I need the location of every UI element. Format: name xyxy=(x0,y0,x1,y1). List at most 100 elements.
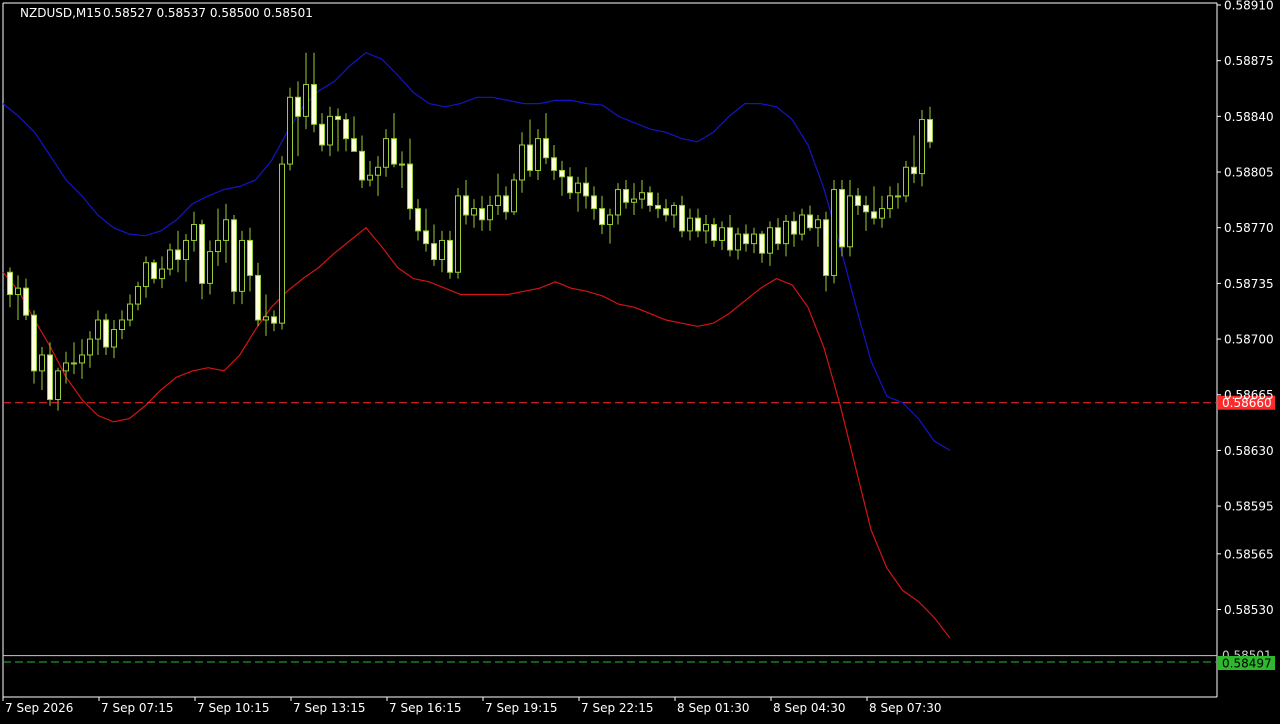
price-tick-label: 0.58805 xyxy=(1224,166,1274,180)
candle-body xyxy=(39,354,45,372)
candle-body xyxy=(839,189,845,248)
chart-area[interactable]: NZDUSD,M15 0.58527 0.58537 0.58500 0.585… xyxy=(0,0,1280,720)
candle xyxy=(887,186,893,219)
candle xyxy=(15,275,21,320)
price-chart[interactable]: NZDUSD,M15 0.58527 0.58537 0.58500 0.585… xyxy=(0,0,1280,720)
candle xyxy=(447,230,453,279)
candle-body xyxy=(31,314,37,372)
candle xyxy=(151,259,157,284)
time-tick-label: 7 Sep 10:15 xyxy=(197,701,269,715)
candle-body xyxy=(679,204,685,232)
candle-body xyxy=(79,354,85,364)
candle xyxy=(215,208,221,266)
horizontal-levels[interactable]: 0.586600.585010.58497 xyxy=(3,395,1275,671)
candle-body xyxy=(903,166,909,197)
candle-body xyxy=(431,243,437,261)
candle xyxy=(503,186,509,220)
candle xyxy=(647,186,653,212)
candle xyxy=(7,267,13,308)
candle-body xyxy=(927,119,933,143)
candle xyxy=(775,218,781,250)
candle xyxy=(119,310,125,340)
candle xyxy=(343,113,349,152)
candle xyxy=(295,81,301,157)
candle xyxy=(23,278,29,320)
candle-body xyxy=(591,195,597,210)
candle-body xyxy=(23,287,29,316)
candle-body xyxy=(511,179,517,213)
upper-band-line xyxy=(2,52,951,451)
candles xyxy=(7,52,933,411)
candle xyxy=(463,179,469,225)
candle xyxy=(919,109,925,187)
candle xyxy=(695,208,701,238)
price-tick-label: 0.58595 xyxy=(1224,500,1274,514)
time-tick-label: 7 Sep 2026 xyxy=(5,701,73,715)
candle xyxy=(375,156,381,196)
candle xyxy=(303,52,309,130)
candle-body xyxy=(167,249,173,270)
candle xyxy=(543,113,549,165)
candle xyxy=(655,192,661,219)
candle xyxy=(479,195,485,231)
time-tick-label: 7 Sep 16:15 xyxy=(389,701,461,715)
candle-body xyxy=(527,144,533,171)
candle-body xyxy=(767,227,773,254)
candle xyxy=(383,129,389,177)
price-tick-label: 0.58840 xyxy=(1224,110,1274,124)
candle-body xyxy=(175,249,181,261)
candle-body xyxy=(791,220,797,235)
candle-body xyxy=(199,224,205,284)
candle xyxy=(439,230,445,273)
candle-body xyxy=(751,233,757,245)
candle-body xyxy=(247,239,253,276)
candle xyxy=(87,331,93,368)
candle-body xyxy=(695,217,701,232)
candle-body xyxy=(615,189,621,216)
candle xyxy=(255,262,261,327)
candle xyxy=(583,167,589,209)
candle xyxy=(423,208,429,252)
candle-body xyxy=(407,163,413,210)
candle xyxy=(759,230,765,263)
candle-body xyxy=(583,182,589,197)
candle xyxy=(351,116,357,152)
candle-body xyxy=(783,220,789,245)
candle xyxy=(231,214,237,305)
candle-body xyxy=(623,189,629,203)
candle-body xyxy=(871,211,877,219)
candle xyxy=(591,186,597,220)
candle-body xyxy=(535,138,541,171)
candle xyxy=(39,347,45,390)
candle-body xyxy=(807,214,813,229)
candle xyxy=(367,160,373,187)
candle-body xyxy=(703,224,709,232)
candle xyxy=(751,227,757,254)
time-tick-label: 8 Sep 01:30 xyxy=(677,701,749,715)
time-tick-label: 7 Sep 07:15 xyxy=(101,701,173,715)
candle xyxy=(535,129,541,180)
candle xyxy=(615,183,621,225)
candle-body xyxy=(119,319,125,331)
candle-body xyxy=(415,208,421,232)
candle-body xyxy=(103,319,109,348)
candle-body xyxy=(263,316,269,321)
candle-body xyxy=(135,286,141,305)
candle xyxy=(359,135,365,188)
candle xyxy=(407,138,413,220)
candle-body xyxy=(159,268,165,280)
price-axis: 0.58910 0.58875 0.58840 0.58805 0.58770 0.587… xyxy=(1217,0,1274,617)
candle-body xyxy=(759,233,765,254)
candle-body xyxy=(495,195,501,206)
candle xyxy=(911,135,917,184)
candle-body xyxy=(15,287,21,296)
candle-body xyxy=(823,219,829,276)
candle xyxy=(103,313,109,355)
candle-body xyxy=(87,338,93,356)
candle-body xyxy=(95,319,101,340)
candle xyxy=(847,179,853,257)
candle-body xyxy=(719,227,725,241)
candle xyxy=(167,243,173,276)
price-tick-label: 0.58565 xyxy=(1224,547,1274,561)
candle xyxy=(567,167,573,200)
